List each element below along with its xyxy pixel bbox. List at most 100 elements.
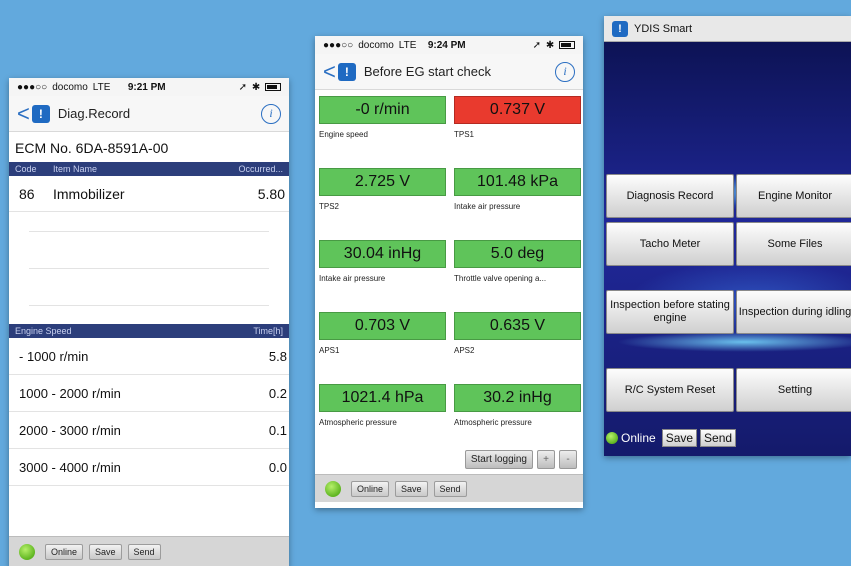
reading-value: 2.725 V [319, 168, 446, 196]
clock: 9:21 PM [127, 81, 166, 93]
bottom-toolbar: Online Save Send [315, 474, 583, 502]
reading-cell: 30.04 inHg Intake air pressure [319, 236, 446, 308]
column-header-item-name: Item Name [53, 164, 98, 174]
plus-button[interactable]: + [537, 450, 555, 469]
save-button[interactable]: Save [661, 429, 698, 447]
save-button[interactable]: Save [395, 480, 428, 497]
bottom-toolbar: Online Save Send [606, 429, 737, 447]
app-logo-icon: ! [612, 20, 628, 37]
empty-row [29, 212, 269, 232]
start-logging-button[interactable]: Start logging [464, 450, 533, 469]
fault-name: Immobilizer [53, 185, 125, 202]
reading-value: 30.04 inHg [319, 240, 446, 268]
empty-row [29, 269, 269, 306]
column-header-engine-speed: Engine Speed [15, 326, 72, 336]
status-icons: ➚ ✱ [239, 82, 281, 93]
reading-label: Intake air pressure [319, 274, 386, 283]
send-button[interactable]: Send [700, 429, 737, 447]
bottom-toolbar: Online Save Send [9, 536, 289, 566]
reading-label: Intake air pressure [454, 202, 521, 211]
table-row[interactable]: 86 Immobilizer 5.80 [9, 176, 289, 212]
reading-value: 5.0 deg [454, 240, 581, 268]
status-bar: ●●●○○ docomo LTE 9:24 PM ➚ ✱ [315, 36, 583, 54]
minus-button[interactable]: - [559, 450, 577, 469]
reading-cell: 101.48 kPa Intake air pressure [454, 164, 581, 236]
reading-label: APS2 [454, 346, 475, 355]
send-button[interactable]: Send [433, 480, 467, 497]
reading-cell: 0.703 V APS1 [319, 308, 446, 380]
setting-button[interactable]: Setting [736, 368, 851, 412]
time-value: 0.2 [268, 385, 287, 401]
time-value: 0.1 [268, 422, 287, 438]
reading-label: Atmospheric pressure [319, 418, 397, 427]
reading-label: Throttle valve opening a... [454, 274, 547, 283]
signal-dots-icon: ●●●○○ [17, 81, 48, 93]
online-button[interactable]: Online [45, 543, 84, 560]
status-icons: ➚ ✱ [533, 40, 575, 51]
reading-label: APS1 [319, 346, 340, 355]
carrier-info: ●●●○○ docomo LTE [17, 82, 128, 93]
reading-cell: 1021.4 hPa Atmospheric pressure [319, 380, 446, 452]
online-status-icon [325, 480, 341, 497]
tacho-meter-button[interactable]: Tacho Meter [606, 222, 734, 266]
reading-label: Engine speed [319, 130, 368, 139]
logging-controls: Start logging + - [315, 450, 583, 469]
table-row[interactable]: 2000 - 3000 r/min 0.1 [9, 412, 289, 449]
location-icon: ➚ [532, 39, 543, 51]
online-button[interactable]: Online [621, 431, 656, 445]
speed-range: 3000 - 4000 r/min [19, 459, 121, 475]
reading-value: -0 r/min [319, 96, 446, 124]
online-status-icon [606, 432, 618, 444]
clock: 9:24 PM [427, 39, 466, 51]
battery-icon [265, 82, 281, 91]
some-files-button[interactable]: Some Files [736, 222, 851, 266]
speed-range: 1000 - 2000 r/min [19, 385, 121, 401]
fault-code: 86 [19, 185, 35, 202]
network-type: LTE [398, 39, 417, 51]
engine-check-phone: ●●●○○ docomo LTE 9:24 PM ➚ ✱ < ! Before … [315, 36, 583, 508]
page-title: Diag.Record [57, 106, 131, 121]
send-button[interactable]: Send [127, 543, 161, 560]
bluetooth-icon: ✱ [251, 81, 262, 93]
time-value: 0.0 [268, 459, 287, 475]
engine-monitor-button[interactable]: Engine Monitor [736, 174, 851, 218]
save-button[interactable]: Save [89, 543, 122, 560]
engine-speed-table-header: Engine Speed Time[h] [9, 324, 289, 338]
carrier-name: docomo [358, 39, 394, 51]
carrier-info: ●●●○○ docomo LTE [323, 40, 428, 51]
inspection-idling-button[interactable]: Inspection during idling [736, 290, 851, 334]
nav-bar: < ! Before EG start check i [315, 54, 583, 90]
reading-label: Atmospheric pressure [454, 418, 532, 427]
table-row[interactable]: - 1000 r/min 5.8 [9, 338, 289, 375]
online-status-icon [19, 543, 35, 560]
diag-record-phone: ●●●○○ docomo LTE 9:21 PM ➚ ✱ < ! Diag.Re… [9, 78, 289, 566]
table-row[interactable]: 3000 - 4000 r/min 0.0 [9, 449, 289, 486]
speed-range: - 1000 r/min [19, 348, 89, 364]
time-value: 5.8 [268, 348, 287, 364]
app-logo-icon: ! [337, 62, 356, 81]
reading-value: 0.635 V [454, 312, 581, 340]
speed-range: 2000 - 3000 r/min [19, 422, 121, 438]
location-icon: ➚ [238, 81, 249, 93]
info-icon[interactable]: i [555, 61, 575, 82]
rc-system-reset-button[interactable]: R/C System Reset [606, 368, 734, 412]
inspection-before-start-button[interactable]: Inspection before stating engine [606, 290, 734, 334]
diagnosis-record-button[interactable]: Diagnosis Record [606, 174, 734, 218]
signal-dots-icon: ●●●○○ [323, 39, 354, 51]
battery-icon [559, 40, 575, 49]
reading-cell: 5.0 deg Throttle valve opening a... [454, 236, 581, 308]
reading-value: 1021.4 hPa [319, 384, 446, 412]
reading-value-alert: 0.737 V [454, 96, 581, 124]
reading-cell: 0.635 V APS2 [454, 308, 581, 380]
online-button[interactable]: Online [351, 480, 390, 497]
page-title: Before EG start check [363, 64, 492, 79]
bluetooth-icon: ✱ [545, 39, 556, 51]
table-row[interactable]: 1000 - 2000 r/min 0.2 [9, 375, 289, 412]
info-icon[interactable]: i [261, 103, 281, 124]
back-chevron-icon[interactable]: < [17, 102, 30, 125]
reading-cell: 0.737 V TPS1 [454, 92, 581, 164]
ecm-number: ECM No. 6DA-8591A-00 [15, 140, 169, 156]
back-chevron-icon[interactable]: < [323, 60, 336, 83]
reading-label: TPS1 [454, 130, 475, 139]
